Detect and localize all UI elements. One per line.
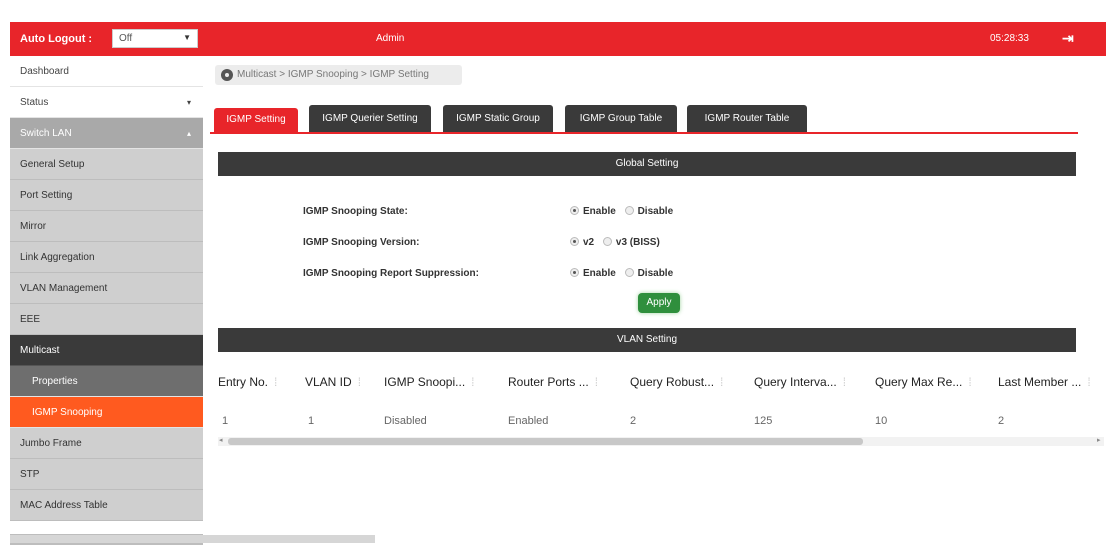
column-resize-icon[interactable]: ⁞ bbox=[1087, 375, 1090, 389]
table-cell: 1 bbox=[308, 415, 315, 427]
report-suppression-disable[interactable]: Disable bbox=[624, 268, 673, 279]
table-cell: 10 bbox=[875, 415, 888, 427]
column-header-last-member[interactable]: Last Member ... ⁞ bbox=[998, 375, 1091, 389]
radio-selected-icon bbox=[570, 237, 579, 246]
column-header-igmp-snooping[interactable]: IGMP Snoopi... ⁞ bbox=[384, 375, 475, 389]
snooping-state-disable[interactable]: Disable bbox=[624, 206, 673, 217]
column-header-vlan-id[interactable]: VLAN ID ⁞ bbox=[305, 375, 361, 389]
breadcrumb-text: Multicast > IGMP Snooping > IGMP Setting bbox=[237, 69, 429, 80]
table-cell: Disabled bbox=[384, 415, 427, 427]
tab-bar: IGMP Setting IGMP Querier Setting IGMP S… bbox=[210, 105, 1078, 134]
column-header-query-max-response[interactable]: Query Max Re... ⁞ bbox=[875, 375, 972, 389]
snooping-version-v2[interactable]: v2 bbox=[570, 237, 594, 248]
column-resize-icon[interactable]: ⁞ bbox=[274, 375, 277, 389]
chevron-down-icon: ▾ bbox=[186, 98, 191, 107]
column-header-router-ports[interactable]: Router Ports ... ⁞ bbox=[508, 375, 598, 389]
tab-igmp-static-group[interactable]: IGMP Static Group bbox=[443, 105, 553, 132]
column-resize-icon[interactable]: ⁞ bbox=[595, 375, 598, 389]
table-cell: 1 bbox=[222, 415, 229, 427]
sidebar-item-status[interactable]: Status ▾ bbox=[10, 87, 203, 118]
sidebar-item-dashboard[interactable]: Dashboard bbox=[10, 56, 203, 87]
vlan-setting-header: VLAN Setting bbox=[218, 328, 1076, 352]
radio-icon bbox=[624, 206, 634, 215]
tab-igmp-router-table[interactable]: IGMP Router Table bbox=[687, 105, 807, 132]
sidebar-item-switch-lan[interactable]: Switch LAN ▴ bbox=[10, 118, 203, 149]
snooping-state-radios: Enable Disable bbox=[570, 206, 679, 217]
table-cell: 2 bbox=[630, 415, 637, 427]
tab-igmp-querier-setting[interactable]: IGMP Querier Setting bbox=[309, 105, 431, 132]
scrollbar-thumb[interactable] bbox=[228, 438, 863, 445]
sidebar-item-jumbo-frame[interactable]: Jumbo Frame bbox=[10, 428, 203, 459]
chevron-down-icon: ▼ bbox=[183, 33, 191, 42]
user-name: Admin bbox=[376, 33, 405, 44]
column-resize-icon[interactable]: ⁞ bbox=[843, 375, 846, 389]
sidebar-item-multicast[interactable]: Multicast bbox=[10, 335, 203, 366]
snooping-version-radios: v2 v3 (BISS) bbox=[570, 237, 666, 248]
location-pin-icon bbox=[221, 69, 233, 81]
sidebar-item-igmp-snooping[interactable]: IGMP Snooping bbox=[10, 397, 203, 428]
column-header-query-interval[interactable]: Query Interva... ⁞ bbox=[754, 375, 846, 389]
clock: 05:28:33 bbox=[990, 33, 1029, 44]
sidebar-item-properties[interactable]: Properties bbox=[10, 366, 203, 397]
column-resize-icon[interactable]: ⁞ bbox=[968, 375, 971, 389]
sidebar-item-mirror[interactable]: Mirror bbox=[10, 211, 203, 242]
apply-button[interactable]: Apply bbox=[638, 293, 680, 313]
global-setting-header: Global Setting bbox=[218, 152, 1076, 176]
column-resize-icon[interactable]: ⁞ bbox=[358, 375, 361, 389]
column-header-entry-no[interactable]: Entry No. ⁞ bbox=[218, 375, 277, 389]
column-resize-icon[interactable]: ⁞ bbox=[471, 375, 474, 389]
sidebar-item-port-setting[interactable]: Port Setting bbox=[10, 180, 203, 211]
column-header-query-robustness[interactable]: Query Robust... ⁞ bbox=[630, 375, 723, 389]
top-bar: Auto Logout : Off ▼ Admin 05:28:33 ⇥ bbox=[10, 22, 1106, 56]
snooping-state-label: IGMP Snooping State: bbox=[303, 206, 408, 217]
auto-logout-label: Auto Logout : bbox=[20, 33, 93, 45]
sidebar-item-vlan-management[interactable]: VLAN Management bbox=[10, 273, 203, 304]
scroll-right-icon[interactable]: ▸ bbox=[1097, 436, 1101, 444]
report-suppression-enable[interactable]: Enable bbox=[570, 268, 616, 279]
sidebar-item-eee[interactable]: EEE bbox=[10, 304, 203, 335]
snooping-version-label: IGMP Snooping Version: bbox=[303, 237, 420, 248]
scroll-left-icon[interactable]: ◂ bbox=[219, 436, 223, 444]
sidebar-scrollbar[interactable] bbox=[10, 535, 375, 543]
column-resize-icon[interactable]: ⁞ bbox=[720, 375, 723, 389]
table-cell: Enabled bbox=[508, 415, 549, 427]
logout-icon[interactable]: ⇥ bbox=[1062, 30, 1074, 47]
sidebar-item-general-setup[interactable]: General Setup bbox=[10, 149, 203, 180]
chevron-up-icon: ▴ bbox=[186, 129, 191, 138]
table-cell: 125 bbox=[754, 415, 773, 427]
snooping-state-enable[interactable]: Enable bbox=[570, 206, 616, 217]
radio-selected-icon bbox=[570, 206, 579, 215]
tab-igmp-setting[interactable]: IGMP Setting bbox=[214, 108, 298, 132]
report-suppression-radios: Enable Disable bbox=[570, 268, 679, 279]
auto-logout-value: Off bbox=[119, 33, 133, 44]
auto-logout-select[interactable]: Off ▼ bbox=[112, 29, 198, 48]
breadcrumb: Multicast > IGMP Snooping > IGMP Setting bbox=[215, 65, 462, 85]
snooping-version-v3[interactable]: v3 (BISS) bbox=[602, 237, 660, 248]
table-cell: 2 bbox=[998, 415, 1005, 427]
radio-icon bbox=[624, 268, 634, 277]
sidebar-item-stp[interactable]: STP bbox=[10, 459, 203, 490]
radio-selected-icon bbox=[570, 268, 579, 277]
report-suppression-label: IGMP Snooping Report Suppression: bbox=[303, 268, 479, 279]
sidebar-item-mac-address-table[interactable]: MAC Address Table bbox=[10, 490, 203, 521]
sidebar-item-link-aggregation[interactable]: Link Aggregation bbox=[10, 242, 203, 273]
tab-igmp-group-table[interactable]: IGMP Group Table bbox=[565, 105, 677, 132]
radio-icon bbox=[602, 237, 612, 246]
sidebar: Dashboard Status ▾ Switch LAN ▴ General Se… bbox=[10, 56, 203, 545]
